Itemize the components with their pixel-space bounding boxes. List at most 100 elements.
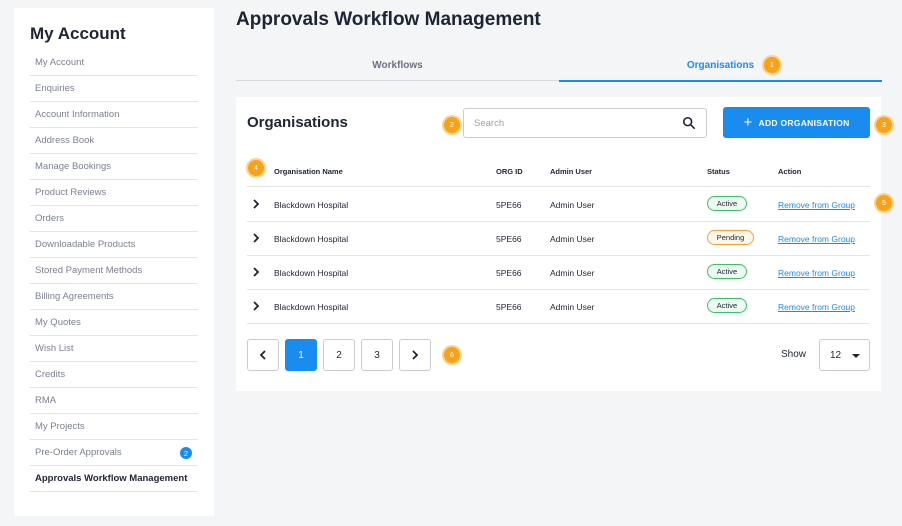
sidebar-item-my-quotes[interactable]: My Quotes [30,310,198,336]
annotation-marker-3: 3 [876,117,892,133]
organisation-name: Blackdown Hospital [274,234,349,244]
sidebar-item-rma[interactable]: RMA [30,388,198,414]
plus-icon: + [743,114,753,131]
admin-user: Admin User [550,234,595,244]
column-header-organisation-name: Organisation Name [274,167,343,176]
sidebar-title: My Account [30,24,126,43]
sidebar-item-label: Wish List [35,343,74,354]
annotation-marker-6: 6 [444,347,460,363]
sidebar-item-stored-payment-methods[interactable]: Stored Payment Methods [30,258,198,284]
page-size-select[interactable]: 12 [819,339,870,371]
sidebar-item-label: Credits [35,369,66,380]
chevron-right-icon[interactable] [252,233,260,243]
sidebar-item-label: My Quotes [35,317,81,328]
column-header-action: Action [778,167,802,176]
sidebar-item-wish-list[interactable]: Wish List [30,336,198,362]
count-badge: 2 [180,447,192,459]
sidebar-item-label: Downloadable Products [35,239,136,250]
status-badge: Active [707,196,747,211]
account-sidebar: My Account My Account Enquiries Account … [14,8,214,516]
organisation-name: Blackdown Hospital [274,200,349,210]
remove-from-group-link[interactable]: Remove from Group [778,268,855,278]
sidebar-item-enquiries[interactable]: Enquiries [30,76,198,102]
add-organisation-button[interactable]: + ADD ORGANISATION [723,107,870,138]
sidebar-item-label: Enquiries [35,83,75,94]
tab-bar: Workflows Organisations [236,53,882,82]
table-row: Blackdown Hospital 5PE66 Admin User Pend… [247,222,870,256]
table-row: Blackdown Hospital 5PE66 Admin User Acti… [247,256,870,290]
column-header-org-id: ORG ID [496,167,523,176]
status-badge: Active [707,264,747,279]
chevron-left-icon [259,350,266,360]
sidebar-item-label: Orders [35,213,65,224]
tab-workflows[interactable]: Workflows [236,53,559,80]
remove-from-group-link[interactable]: Remove from Group [778,234,855,244]
org-id: 5PE66 [496,268,522,278]
sidebar-item-pre-order-approvals[interactable]: Pre-Order Approvals 2 [30,440,198,466]
chevron-right-icon[interactable] [252,267,260,277]
organisations-card: Organisations 2 Search + ADD ORGANISATIO… [236,97,892,391]
org-id: 5PE66 [496,234,522,244]
admin-user: Admin User [550,302,595,312]
organisation-name: Blackdown Hospital [274,302,349,312]
sidebar-item-product-reviews[interactable]: Product Reviews [30,180,198,206]
next-page-button[interactable] [399,339,431,371]
sidebar-item-downloadable-products[interactable]: Downloadable Products [30,232,198,258]
sidebar-item-label: Billing Agreements [35,291,114,302]
sidebar-item-label: Pre-Order Approvals [35,447,122,458]
remove-from-group-link[interactable]: Remove from Group [778,200,855,210]
column-header-admin-user: Admin User [550,167,593,176]
page-title: Approvals Workflow Management [236,9,541,30]
sidebar-item-approvals-workflow-management[interactable]: Approvals Workflow Management [30,466,198,492]
sidebar-item-label: Stored Payment Methods [35,265,143,276]
sidebar-item-label: Account Information [35,109,120,120]
sidebar-item-manage-bookings[interactable]: Manage Bookings [30,154,198,180]
annotation-marker-5: 5 [876,195,892,211]
sidebar-item-label: Address Book [35,135,95,146]
sidebar-item-label: Product Reviews [35,187,107,198]
organisation-name: Blackdown Hospital [274,268,349,278]
table-row: Blackdown Hospital 5PE66 Admin User Acti… [247,290,870,324]
admin-user: Admin User [550,200,595,210]
page-button-3[interactable]: 3 [361,339,393,371]
chevron-right-icon [412,350,419,360]
sidebar-item-label: Manage Bookings [35,161,112,172]
sidebar-item-label: Approvals Workflow Management [35,473,188,484]
search-icon[interactable] [682,116,696,130]
sidebar-item-account-information[interactable]: Account Information [30,102,198,128]
status-badge: Pending [707,230,754,245]
column-header-status: Status [707,167,730,176]
chevron-right-icon[interactable] [252,301,260,311]
sidebar-item-label: My Account [35,57,85,68]
section-title: Organisations [247,114,348,131]
chevron-right-icon[interactable] [252,199,260,209]
remove-from-group-link[interactable]: Remove from Group [778,302,855,312]
pagination: 1 2 3 [247,339,431,371]
tab-organisations[interactable]: Organisations [559,53,882,82]
page-size-label: Show [781,349,807,360]
sidebar-item-credits[interactable]: Credits [30,362,198,388]
page-button-1[interactable]: 1 [285,339,317,371]
add-organisation-label: ADD ORGANISATION [758,117,850,128]
annotation-marker-2: 2 [444,117,460,133]
table-header: Organisation Name ORG ID Admin User Stat… [247,159,870,187]
admin-user: Admin User [550,268,595,278]
caret-down-icon [852,354,860,358]
org-id: 5PE66 [496,302,522,312]
page-button-2[interactable]: 2 [323,339,355,371]
sidebar-item-billing-agreements[interactable]: Billing Agreements [30,284,198,310]
status-badge: Active [707,298,747,313]
sidebar-item-my-projects[interactable]: My Projects [30,414,198,440]
org-id: 5PE66 [496,200,522,210]
page-size-value: 12 [830,349,842,361]
table-row: Blackdown Hospital 5PE66 Admin User Acti… [247,188,870,222]
search-input[interactable]: Search [463,108,707,138]
previous-page-button[interactable] [247,339,279,371]
sidebar-item-label: RMA [35,395,57,406]
sidebar-item-label: My Projects [35,421,85,432]
sidebar-item-address-book[interactable]: Address Book [30,128,198,154]
annotation-marker-1: 1 [764,57,780,73]
sidebar-item-orders[interactable]: Orders [30,206,198,232]
sidebar-item-my-account[interactable]: My Account [30,50,198,76]
search-placeholder: Search [474,117,505,129]
